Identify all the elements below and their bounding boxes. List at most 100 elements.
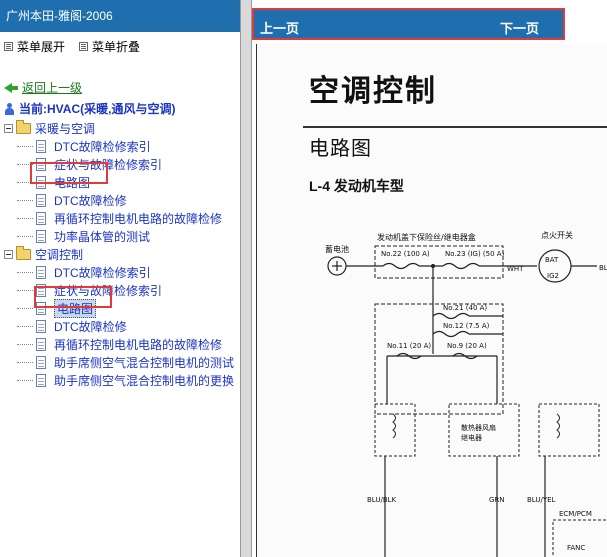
tree-item[interactable]: DTC故障检修 [0,317,240,335]
fuse-box-label: 发动机盖下保险丝/继电器盒 [377,232,476,242]
tree-item[interactable]: 功率晶体管的测试 [0,227,240,245]
document-icon [36,139,46,153]
tree-item-label: DTC故障检修索引 [54,265,151,280]
section-title: 电路图 [309,138,372,160]
fuse22-label: No.22 (100 A) [381,250,430,258]
fuse21-symbol [432,312,470,320]
list-icon [4,42,13,51]
tree-item[interactable]: DTC故障检修索引 [0,137,240,155]
fuse22-symbol [382,262,420,270]
figure-title: L-4 发动机车型 [309,178,404,194]
tree-item[interactable]: DTC故障检修索引 [0,263,240,281]
back-arrow-icon[interactable] [4,82,18,93]
document-icon [36,193,46,207]
tree-item-label: DTC故障检修 [54,319,127,334]
relay-label-2: 继电器 [461,433,482,442]
document-icon [36,265,46,279]
current-location-label: 当前:HVAC(采暖,通风与空调) [19,102,176,116]
tree-item-label: 电路图 [54,298,97,318]
tree-item-label: 电路图 [54,175,91,190]
panel-title: 广州本田-雅阁-2006 [0,0,240,32]
ecm-label: ECM/PCM [559,510,592,518]
relay-label-1: 散热器风扇 [461,423,496,432]
wire-blu-yel-label: BLU/YEL [527,496,556,504]
fuse9-label: No.9 (20 A) [447,342,487,350]
fuse-box-lower [374,303,504,415]
ig2-terminal-label: IG2 [547,272,559,280]
tree-item-label: 功率晶体管的测试 [54,229,151,244]
tree-item-label: DTC故障检修索引 [54,139,151,154]
folder-label: 空调控制 [35,247,84,262]
tree-item[interactable]: 助手席侧空气混合控制电机的测试 [0,353,240,371]
document-icon [36,157,46,171]
tree-item[interactable]: 再循环控制电机电路的故障检修 [0,209,240,227]
document-icon [36,301,46,315]
bat-terminal-label: BAT [545,256,559,264]
prev-page-link[interactable]: 上一页 [260,18,299,37]
folder-icon [16,119,31,134]
document-pane: 上一页 下一页 空调控制 电路图 L-4 发动机车型 发动机盖下保险丝/继电器盒… [252,0,607,557]
back-row: 返回上一级 [0,79,240,96]
tree-item[interactable]: DTC故障检修 [0,191,240,209]
collapse-toggle-icon[interactable] [4,123,13,133]
next-page-link[interactable]: 下一页 [500,18,539,37]
tree-item-label: 症状与故障检修索引 [54,283,163,298]
blu-wire-label: BLU [599,264,607,272]
fuse21-label: No.21 (40 A) [443,304,487,312]
tree-item-label: 助手席侧空气混合控制电机的更换 [54,373,235,388]
tree-item[interactable]: 再循环控制电机电路的故障检修 [0,335,240,353]
document-icon [36,373,46,387]
fuse23-label: No.23 (IG) (50 A) [445,250,505,258]
right-relay [538,403,600,457]
fanc-label: FANC [567,544,585,552]
left-relay [374,403,416,457]
current-location: 当前:HVAC(采暖,通风与空调) [0,100,240,117]
expand-menu-label: 菜单展开 [17,40,66,54]
tree-item-label: 再循环控制电机电路的故障检修 [54,337,223,352]
panel-divider[interactable] [240,0,252,557]
document-icon [36,175,46,189]
battery-label: 蓄电池 [325,244,349,254]
fuse12-label: No.12 (7.5 A) [443,322,490,330]
fuse11-label: No.11 (20 A) [387,342,431,350]
document-icon [36,283,46,297]
back-link[interactable]: 返回上一级 [22,79,82,96]
document-icon [36,337,46,351]
wht-wire-label: WHT [507,265,524,273]
relay-coil-left [392,413,396,439]
left-nav-panel: 广州本田-雅阁-2006 菜单展开 菜单折叠 返回上一级 当前:HVAC(采暖,… [0,0,240,557]
menu-bar: 菜单展开 菜单折叠 [0,32,240,61]
document-page: 空调控制 电路图 L-4 发动机车型 发动机盖下保险丝/继电器盒 蓄电池 No.… [256,44,607,557]
collapse-toggle-icon[interactable] [4,249,13,259]
tree-item[interactable]: 电路图 [0,173,240,191]
collapse-menu-label: 菜单折叠 [92,40,141,54]
tree-item[interactable]: 症状与故障检修索引 [0,281,240,299]
page-nav-bar: 上一页 下一页 [252,8,565,40]
tree-item[interactable]: 助手席侧空气混合控制电机的更换 [0,371,240,389]
relay-coil-right [556,413,560,439]
circuit-diagram: 发动机盖下保险丝/继电器盒 蓄电池 No.22 (100 A) No.23 (I… [325,230,607,557]
tree-item-label: 症状与故障检修索引 [54,157,163,172]
app-window: 广州本田-雅阁-2006 菜单展开 菜单折叠 返回上一级 当前:HVAC(采暖,… [0,0,607,557]
fuse12-symbol [432,330,470,338]
document-icon [36,319,46,333]
tree-folder-heating-ac[interactable]: 采暖与空调 [0,119,240,137]
tree-item-label: 助手席侧空气混合控制电机的测试 [54,355,235,370]
document-icon [36,355,46,369]
tree-item[interactable]: 症状与故障检修索引 [0,155,240,173]
tree-item-selected[interactable]: 电路图 [0,298,240,318]
ignition-label: 点火开关 [541,230,573,240]
folder-label: 采暖与空调 [35,121,96,136]
title-divider [303,126,607,128]
document-icon [36,211,46,225]
list-icon [79,42,89,51]
tree-item-label: 再循环控制电机电路的故障检修 [54,211,223,226]
tree-folder-ac-control[interactable]: 空调控制 [0,245,240,263]
nav-tree: 采暖与空调 DTC故障检修索引 症状与故障检修索引 电路图 DTC故障检修 再循… [0,119,240,389]
document-icon [36,229,46,243]
wire-blu-blk-label: BLU/BLK [367,496,397,504]
expand-menu-button[interactable]: 菜单展开 [4,38,65,55]
collapse-menu-button[interactable]: 菜单折叠 [79,38,140,55]
folder-icon [16,245,31,260]
wire-grn-label: GRN [489,496,505,504]
